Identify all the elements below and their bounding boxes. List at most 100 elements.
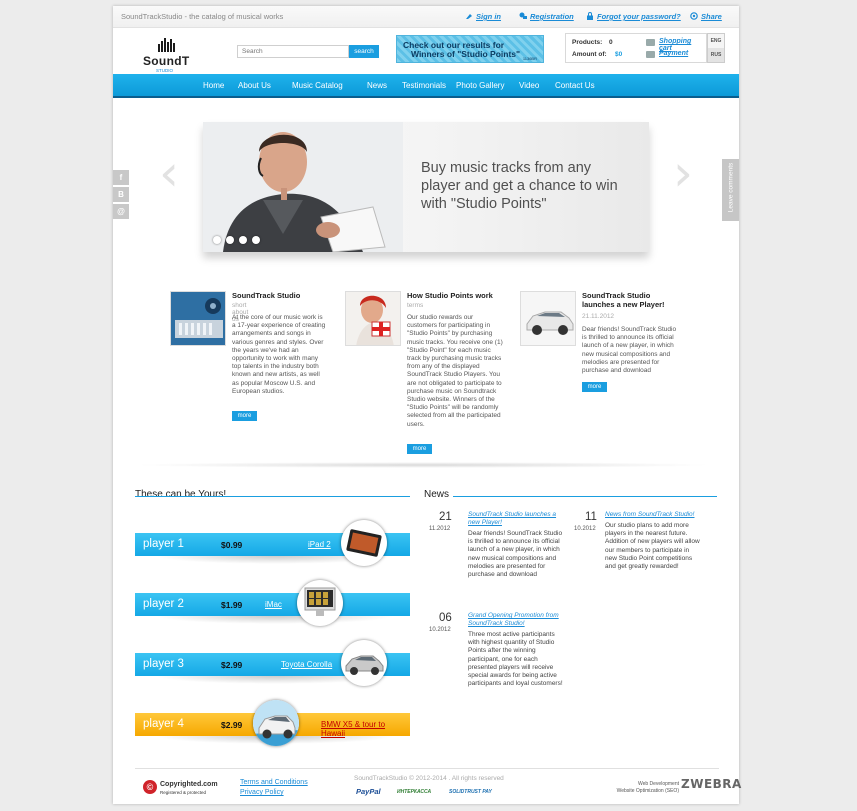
news-text: Three most active participants with high… [468,631,563,688]
slider-dot[interactable] [239,236,247,244]
leave-comments-tab[interactable]: Leave comments [722,159,739,221]
feature-title: SoundTrack Studio launches a new Player! [582,291,665,309]
developer-credit: Web Development Website Optimization (SE… [616,781,679,794]
feature-body: Our studio rewards our customers for par… [407,314,503,428]
news-headline-link[interactable]: SoundTrack Studio launches a new Player! [468,511,563,527]
nav-video[interactable]: Video [519,81,539,90]
banner-line3: 1136BR [522,56,537,61]
nav-home[interactable]: Home [203,81,224,90]
logo[interactable]: SoundT STUDIO [143,34,190,74]
player-1[interactable]: player 1 $0.99 iPad 2 [135,520,410,566]
feature-title: How Studio Points work [407,291,493,300]
nav-contact-us[interactable]: Contact Us [555,81,595,90]
logo-bars-icon [158,38,176,52]
registration-icon [519,12,527,20]
share-icon [690,12,698,20]
lang-eng[interactable]: ENG [708,34,724,48]
news-headline-link[interactable]: News from SoundTrack Studio! [605,511,700,519]
more-button[interactable]: more [407,444,432,454]
payment-icon [646,51,655,58]
facebook-icon[interactable]: f [113,170,129,185]
player-name: player 4 [143,718,184,730]
player-prize-link[interactable]: iPad 2 [308,540,331,549]
paypal-logo: PayPal [356,787,381,796]
player-prize-link[interactable]: BMW X5 & tour to Hawaii [321,720,410,738]
player-price: $2.99 [221,720,243,730]
more-button[interactable]: more [582,382,607,392]
terms-link[interactable]: Terms and Conditions [240,779,308,786]
zwebra-logo[interactable]: ZWEBRA [681,777,742,791]
promo-banner[interactable]: Check out our results for Winners of "St… [396,35,544,63]
registration-link[interactable]: Registration [519,12,574,21]
player-price: $2.99 [221,660,243,670]
gift-thumb-image [345,291,401,346]
page: SoundTrackStudio - the catalog of musica… [113,6,742,804]
hero-text: Buy music tracks from any player and get… [421,160,618,212]
search-button[interactable]: search [349,45,379,58]
nav-testimonials[interactable]: Testimonials [402,81,446,90]
news-headline-link[interactable]: Grand Opening Promotion from SoundTrack … [468,612,563,628]
copyright-icon: © [143,780,157,794]
privacy-link[interactable]: Privacy Policy [240,789,284,796]
feature-body: At the core of our music work is a 17-ye… [232,314,326,395]
amount-label: Amount of: [572,51,607,58]
yours-title: These can be Yours! [135,489,227,500]
forgot-password-link[interactable]: Forgot your password? [586,12,681,21]
feature-sub: 21.11.2012 [582,313,615,320]
payment-link[interactable]: Payment [659,50,688,57]
nav-about-us[interactable]: About Us [238,81,271,90]
news-underline [453,496,717,497]
slider-next-icon[interactable]: › [673,144,693,202]
slider-dot[interactable] [213,236,221,244]
news-day: 06 [439,612,452,624]
ipad-image [341,520,387,566]
sign-in-icon [465,12,473,20]
sign-in-link[interactable]: Sign in [465,12,501,21]
slider-dots [213,236,265,246]
player-prize-link[interactable]: iMac [265,600,282,609]
logo-sub: STUDIO [156,68,174,73]
more-button[interactable]: more [232,411,257,421]
news-day: 21 [439,511,452,523]
news-date: 10.2012 [429,627,451,633]
news-title: News [424,489,450,500]
logo-name: SoundT [143,54,190,68]
search-input[interactable] [237,45,349,58]
player-4[interactable]: player 4 $2.99 BMW X5 & tour to Hawaii [135,700,410,746]
news-date: 11.2012 [429,526,451,532]
nav-news[interactable]: News [367,81,387,90]
news-text: Our studio plans to add more players in … [605,522,700,571]
yours-underline [135,496,410,497]
footer-copyright: SoundTrackStudio © 2012-2014 . All right… [354,775,504,782]
slider-prev-icon[interactable]: ‹ [159,144,179,202]
nav-music-catalog[interactable]: Music Catalog [292,81,343,90]
hero-slider: Buy music tracks from any player and get… [203,122,649,252]
player-price: $0.99 [221,540,243,550]
hero-image [203,122,403,252]
slider-dot[interactable] [252,236,260,244]
amount-value: $0 [615,51,623,58]
email-icon[interactable]: @ [113,204,129,219]
banner-line2: Winners of "Studio Points" [411,49,521,59]
player-name: player 2 [143,598,184,610]
slider-dot[interactable] [226,236,234,244]
player-name: player 1 [143,538,184,550]
feature-title: SoundTrack Studio [232,291,301,300]
blog-icon[interactable]: B [113,187,129,202]
lang-rus[interactable]: RUS [708,48,724,62]
solidtrust-logo: SOLIDTRUST PAY [449,789,492,795]
car-thumb-image [520,291,576,346]
corolla-image [341,640,387,686]
nav-photo-gallery[interactable]: Photo Gallery [456,81,504,90]
feature-body: Dear friends! SoundTrack Studio is thril… [582,326,677,375]
player-prize-link[interactable]: Toyota Corolla [281,660,332,669]
imac-image [297,580,343,626]
share-link[interactable]: Share [690,12,722,21]
studio-thumb-image [170,291,226,346]
top-bar: SoundTrackStudio - the catalog of musica… [113,6,739,28]
copyrighted-label[interactable]: Copyrighted.com [160,781,218,788]
player-2[interactable]: player 2 $1.99 iMac [135,580,410,626]
main-nav: Home About Us Music Catalog News Testimo… [113,74,739,98]
feature-sub: terms [407,302,424,309]
player-3[interactable]: player 3 $2.99 Toyota Corolla [135,640,410,686]
